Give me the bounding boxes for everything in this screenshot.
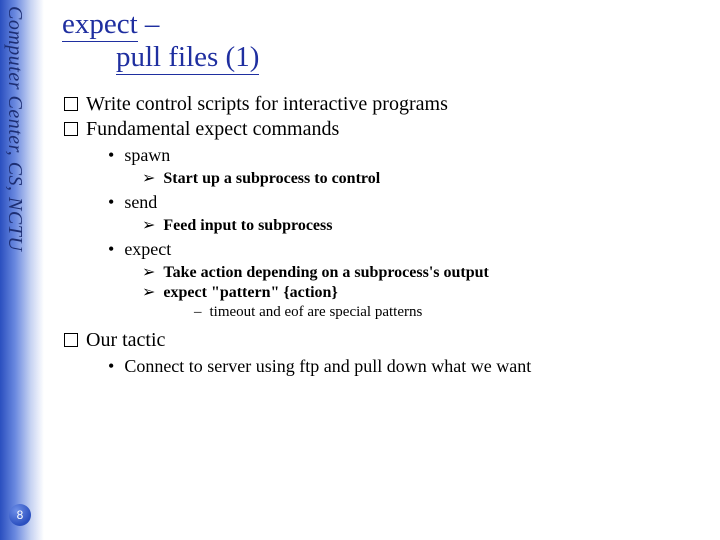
title-subtitle-underlined: pull files (1) bbox=[116, 41, 259, 75]
sub-list-expect: expect bbox=[108, 239, 708, 260]
page-number-badge: 8 bbox=[9, 504, 31, 526]
title-line-1: expect – bbox=[62, 8, 708, 41]
slide: Computer Center, CS, NCTU 8 expect – pul… bbox=[0, 0, 720, 540]
bullet-q1: Write control scripts for interactive pr… bbox=[64, 93, 708, 116]
tri-list-send: Feed input to subprocess bbox=[142, 215, 708, 235]
body-text: Write control scripts for interactive pr… bbox=[62, 93, 708, 377]
tri-list-expect: Take action depending on a subprocess's … bbox=[142, 262, 708, 302]
sidebar-gradient: Computer Center, CS, NCTU bbox=[0, 0, 44, 540]
dash-list-expect: timeout and eof are special patterns bbox=[194, 304, 708, 321]
dot-expect: expect bbox=[108, 239, 708, 260]
sub-list-spawn: spawn bbox=[108, 145, 708, 166]
dot-spawn: spawn bbox=[108, 145, 708, 166]
sub-list-send: send bbox=[108, 192, 708, 213]
title-word-underlined: expect bbox=[62, 8, 138, 42]
tri-send-desc: Feed input to subprocess bbox=[142, 215, 708, 235]
bullet-q3: Our tactic bbox=[64, 329, 708, 352]
slide-title: expect – pull files (1) bbox=[62, 8, 708, 75]
title-dash: – bbox=[138, 8, 160, 40]
dot-send: send bbox=[108, 192, 708, 213]
sub-list-tactic: Connect to server using ftp and pull dow… bbox=[108, 356, 708, 377]
tri-expect-desc2: expect "pattern" {action} bbox=[142, 282, 708, 302]
dash-expect-note: timeout and eof are special patterns bbox=[194, 304, 708, 321]
tri-expect-desc1: Take action depending on a subprocess's … bbox=[142, 262, 708, 282]
dot-tactic: Connect to server using ftp and pull dow… bbox=[108, 356, 708, 377]
tri-spawn-desc: Start up a subprocess to control bbox=[142, 168, 708, 188]
slide-content: expect – pull files (1) Write control sc… bbox=[62, 8, 708, 377]
org-label: Computer Center, CS, NCTU bbox=[3, 6, 26, 251]
tri-list-spawn: Start up a subprocess to control bbox=[142, 168, 708, 188]
title-line-2: pull files (1) bbox=[62, 41, 708, 74]
bullet-q2: Fundamental expect commands bbox=[64, 118, 708, 141]
